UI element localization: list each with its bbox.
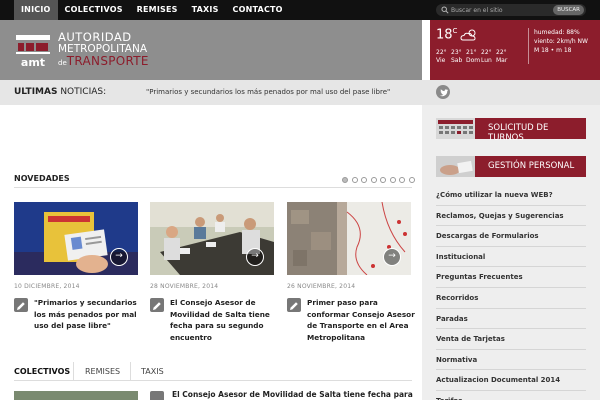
logo-line-transporte: deTRANSPORTE xyxy=(58,55,158,69)
news-card-image[interactable]: → xyxy=(14,202,138,275)
forecast-day: 22° Mar xyxy=(496,49,508,64)
logo-line-autoridad: AUTORIDAD xyxy=(58,30,132,44)
news-card-title[interactable]: El Consejo Asesor de Movilidad de Salta … xyxy=(170,297,278,343)
weather-forecast: 22° Vie 23° Sab 21° Dom 22° Lun 22° Mar xyxy=(436,49,511,65)
tab-remises[interactable]: REMISES xyxy=(85,362,120,382)
news-card-title[interactable]: "Primarios y secundarios los más penados… xyxy=(34,297,142,332)
sidebar-item-recorridos[interactable]: Recorridos xyxy=(436,288,586,309)
novedades-title: NOVEDADES xyxy=(14,174,70,183)
weather-unit: C xyxy=(452,27,458,35)
nav-item-taxis[interactable]: TAXIS xyxy=(185,0,226,20)
weather-divider xyxy=(528,28,529,64)
carousel-dot[interactable] xyxy=(351,177,358,183)
carousel-dot[interactable] xyxy=(342,177,348,183)
carousel-dots xyxy=(342,177,418,183)
news-card: → 26 NOVIEMBRE, 2014 Primer paso para co… xyxy=(287,202,415,342)
news-card-date: 28 NOVIEMBRE, 2014 xyxy=(150,283,219,290)
sidebar-item-descargas[interactable]: Descargas de Formularios xyxy=(436,226,586,247)
banner-gestion-personal[interactable]: GESTIÓN PERSONAL xyxy=(436,156,586,177)
sidebar-item-normativa[interactable]: Normativa xyxy=(436,350,586,371)
sidebar-item-venta-tarjetas[interactable]: Venta de Tarjetas xyxy=(436,329,586,350)
tab-taxis[interactable]: TAXIS xyxy=(141,362,164,382)
tab-divider xyxy=(73,362,74,380)
site-header: amt AUTORIDAD METROPOLITANA deTRANSPORTE xyxy=(0,20,422,80)
news-card: → 10 DICIEMBRE, 2014 "Primarios y secund… xyxy=(14,202,138,330)
forecast-day: 22° Lun xyxy=(481,49,492,64)
news-card-date: 26 NOVIEMBRE, 2014 xyxy=(287,283,356,290)
amt-logo[interactable]: amt xyxy=(14,32,52,70)
arrow-right-icon[interactable]: → xyxy=(110,248,128,266)
sidebar-item-institucional[interactable]: Institucional xyxy=(436,247,586,268)
banner-solicitud-turnos[interactable]: SOLICITUD DE TURNOS xyxy=(436,118,586,143)
main-nav: INICIO COLECTIVOS REMISES TAXIS CONTACTO xyxy=(14,0,290,20)
search-box: BUSCAR xyxy=(436,4,586,16)
news-card-date: 10 DICIEMBRE, 2014 xyxy=(14,283,80,290)
carousel-dot[interactable] xyxy=(408,177,415,183)
calendar-icon xyxy=(436,118,475,139)
sidebar-item-tarifas[interactable]: Tarifas xyxy=(436,391,586,400)
news-card-image[interactable]: → xyxy=(287,202,411,275)
ticker-label: ULTIMAS NOTICIAS: xyxy=(14,87,107,97)
forecast-day: 23° Sab xyxy=(451,49,463,64)
weather-temp: 18C xyxy=(436,27,458,43)
sidebar-menu: ¿Cómo utilizar la nueva WEB? Reclamos, Q… xyxy=(436,185,586,400)
logo-de: de xyxy=(58,59,67,67)
arrow-right-icon[interactable]: → xyxy=(383,248,401,266)
weather-widget: 18C 22° Vie 23° Sab 21° Dom 22° Lun 22° Mar h… xyxy=(430,20,600,80)
ticker-headline[interactable]: "Primarios y secundarios los más penados… xyxy=(146,88,390,96)
carousel-dot[interactable] xyxy=(399,177,405,183)
pencil-icon xyxy=(150,391,164,400)
social-bar xyxy=(422,80,600,105)
sidebar-item-reclamos[interactable]: Reclamos, Quejas y Sugerencias xyxy=(436,206,586,227)
carousel-dot[interactable] xyxy=(361,177,367,183)
nav-item-remises[interactable]: REMISES xyxy=(130,0,185,20)
search-button[interactable]: BUSCAR xyxy=(553,5,584,15)
forecast-day: 22° Vie xyxy=(436,49,447,64)
nav-item-contacto[interactable]: CONTACTO xyxy=(226,0,290,20)
news-card-title[interactable]: Primer paso para conformar Consejo Aseso… xyxy=(307,297,415,343)
cloud-icon xyxy=(460,29,476,41)
nav-item-colectivos[interactable]: COLECTIVOS xyxy=(58,0,130,20)
divider xyxy=(14,380,412,381)
banner-label: GESTIÓN PERSONAL xyxy=(488,161,575,171)
sidebar-item-actualizacion[interactable]: Actualizacion Documental 2014 xyxy=(436,370,586,391)
divider xyxy=(14,187,412,188)
sidebar-item-paradas[interactable]: Paradas xyxy=(436,309,586,330)
weather-wind: viento: 2km/h NW xyxy=(534,38,588,45)
tab-colectivos[interactable]: COLECTIVOS xyxy=(14,362,70,382)
carousel-dot[interactable] xyxy=(370,177,377,183)
logo-text: AUTORIDAD METROPOLITANA deTRANSPORTE xyxy=(58,31,158,69)
search-icon xyxy=(441,6,449,14)
weather-details: humedad: 88% viento: 2km/h NW M 18 • m 1… xyxy=(534,28,588,55)
forecast-day: 21° Dom xyxy=(466,49,481,64)
nav-item-inicio[interactable]: INICIO xyxy=(14,0,58,20)
news-card: → 28 NOVIEMBRE, 2014 El Consejo Asesor d… xyxy=(150,202,274,342)
sidebar: SOLICITUD DE TURNOS GESTIÓN PERSONAL ¿Có… xyxy=(422,105,600,400)
news-thumb[interactable] xyxy=(14,391,138,400)
sidebar-item-como-utilizar[interactable]: ¿Cómo utilizar la nueva WEB? xyxy=(436,185,586,206)
sidebar-item-preguntas[interactable]: Preguntas Frecuentes xyxy=(436,267,586,288)
hands-icon xyxy=(436,156,475,177)
logo-transporte: TRANSPORTE xyxy=(66,54,149,68)
tab-news-title[interactable]: El Consejo Asesor de Movilidad de Salta … xyxy=(172,390,413,399)
weather-humidity: humedad: 88% xyxy=(534,29,580,36)
pencil-icon xyxy=(14,298,28,312)
news-card-image[interactable]: → xyxy=(150,202,274,275)
carousel-dot[interactable] xyxy=(380,177,386,183)
top-bar: INICIO COLECTIVOS REMISES TAXIS CONTACTO… xyxy=(0,0,600,20)
pencil-icon xyxy=(150,298,164,312)
tabs-bar: COLECTIVOS REMISES TAXIS xyxy=(0,362,422,382)
twitter-icon[interactable] xyxy=(436,85,450,99)
carousel-dot[interactable] xyxy=(389,177,396,183)
weather-minmax: M 18 • m 18 xyxy=(534,47,572,54)
logo-mark-text: amt xyxy=(21,56,45,69)
banner-label: SOLICITUD DE TURNOS xyxy=(488,123,549,143)
search-input[interactable] xyxy=(451,4,551,16)
tab-divider xyxy=(130,362,131,380)
arrow-right-icon[interactable]: → xyxy=(246,248,264,266)
news-ticker: ULTIMAS NOTICIAS: "Primarios y secundari… xyxy=(0,80,422,105)
pencil-icon xyxy=(287,298,301,312)
